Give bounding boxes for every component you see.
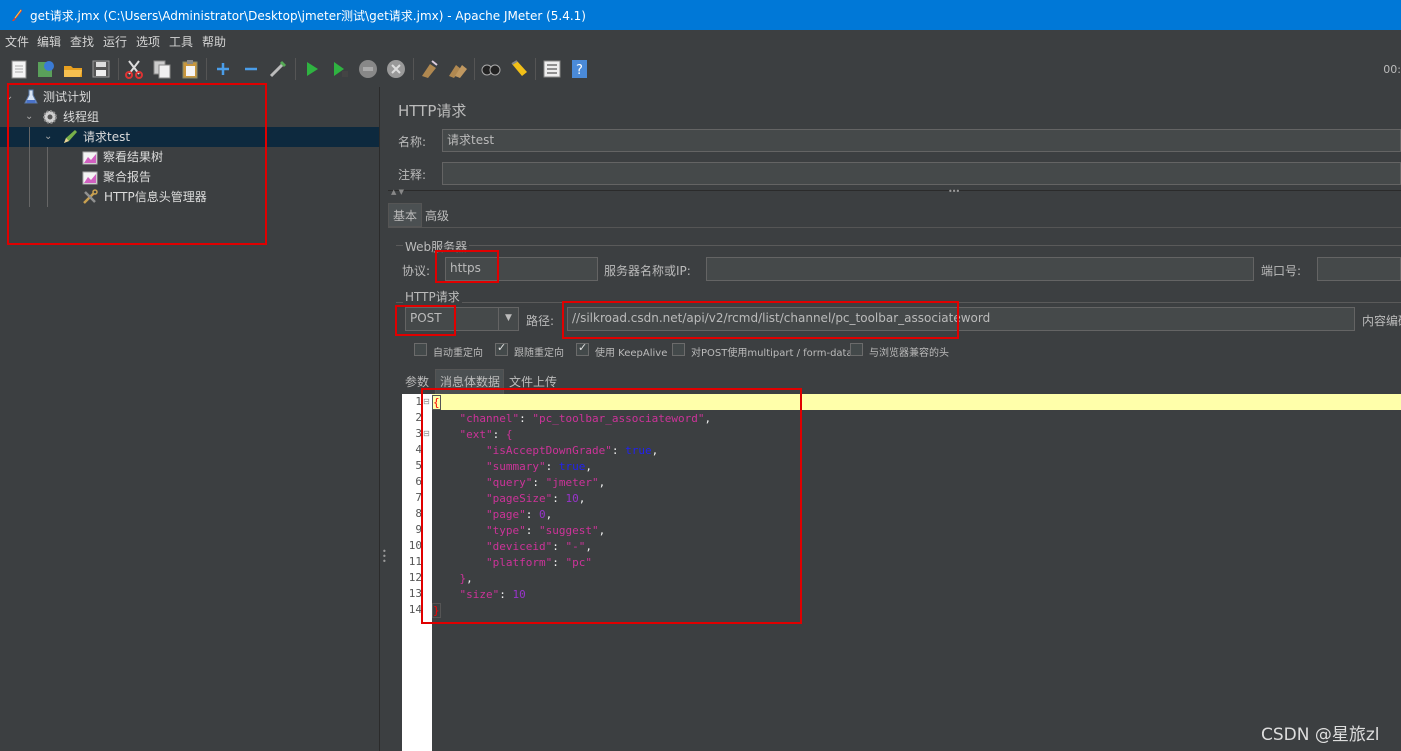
port-input[interactable] <box>1317 257 1401 281</box>
toolbar-separator <box>535 58 536 80</box>
highlight-box-path <box>562 301 959 339</box>
toolbar-separator <box>474 58 475 80</box>
browser-headers-checkbox[interactable] <box>850 343 863 356</box>
keepalive-checkbox[interactable] <box>576 341 589 356</box>
toolbar-separator <box>118 58 119 80</box>
panel-splitter[interactable]: • • • <box>379 87 388 751</box>
open-icon[interactable] <box>62 58 84 80</box>
server-input[interactable] <box>706 257 1254 281</box>
copy-icon[interactable] <box>151 58 173 80</box>
multipart-label: 对POST使用multipart / form-data <box>691 348 853 359</box>
line-number: 12 <box>408 571 422 584</box>
tab-advanced[interactable]: 高级 <box>422 203 456 227</box>
stop-icon[interactable] <box>357 58 379 80</box>
auto-redirect-label: 自动重定向 <box>433 348 483 359</box>
line-number: 11 <box>408 555 422 568</box>
toolbar: ? 00: <box>0 51 1401 87</box>
browser-headers-label: 与浏览器兼容的头 <box>869 348 949 359</box>
new-icon[interactable] <box>8 58 30 80</box>
multipart-checkbox[interactable] <box>672 343 685 356</box>
comment-label: 注释: <box>398 168 427 182</box>
name-label: 名称: <box>398 135 427 149</box>
menu-search[interactable]: 查找 <box>70 33 94 50</box>
highlight-box-tree <box>7 83 267 245</box>
expand-icon[interactable] <box>212 58 234 80</box>
menu-run[interactable]: 运行 <box>103 33 127 50</box>
highlight-box-protocol <box>435 250 499 283</box>
path-label: 路径: <box>526 314 555 328</box>
start-icon[interactable] <box>301 58 323 80</box>
fold-toggle-icon[interactable]: ⊟ <box>423 397 430 406</box>
menu-file[interactable]: 文件 <box>5 33 29 50</box>
menu-bar: 文件 编辑 查找 运行 选项 工具 帮助 <box>0 30 1401 51</box>
keepalive-label: 使用 KeepAlive <box>595 348 668 359</box>
comment-input[interactable] <box>442 162 1401 185</box>
toolbar-separator <box>206 58 207 80</box>
splitter-grip-icon[interactable]: • • • <box>382 548 387 566</box>
search-icon[interactable] <box>480 58 502 80</box>
follow-redirect-label: 跟随重定向 <box>514 348 564 359</box>
save-icon[interactable] <box>90 58 112 80</box>
menu-tools[interactable]: 工具 <box>169 33 193 50</box>
help-icon[interactable]: ? <box>569 58 591 80</box>
svg-text:?: ? <box>576 63 583 78</box>
line-number: 10 <box>408 539 422 552</box>
title-bar: get请求.jmx (C:\Users\Administrator\Deskto… <box>0 0 1401 30</box>
content-encoding-label: 内容编码 <box>1362 314 1401 328</box>
cut-icon[interactable] <box>123 58 145 80</box>
menu-help[interactable]: 帮助 <box>202 33 226 50</box>
function-helper-icon[interactable] <box>541 58 563 80</box>
tab-divider <box>388 227 1401 228</box>
collapse-icon[interactable] <box>240 58 262 80</box>
http-request-legend: HTTP请求 <box>403 288 462 305</box>
toggle-icon[interactable] <box>267 58 289 80</box>
panel-heading: HTTP请求 <box>398 102 467 120</box>
protocol-label: 协议: <box>402 264 431 278</box>
line-number: 13 <box>408 587 422 600</box>
toolbar-separator <box>295 58 296 80</box>
start-no-pause-icon[interactable] <box>329 58 351 80</box>
toolbar-separator <box>413 58 414 80</box>
reset-search-icon[interactable] <box>508 58 530 80</box>
auto-redirect-checkbox[interactable] <box>414 343 427 356</box>
elapsed-timer: 00: <box>1383 63 1401 76</box>
group-border <box>396 245 1401 246</box>
fold-toggle-icon[interactable]: ⊟ <box>423 429 430 438</box>
clear-icon[interactable] <box>418 58 440 80</box>
clear-all-icon[interactable] <box>446 58 468 80</box>
follow-redirect-checkbox[interactable] <box>495 341 508 356</box>
section-divider[interactable]: ▲ ▼ ••• <box>388 187 1401 199</box>
chevron-down-icon[interactable]: ▼ <box>498 308 518 330</box>
tab-basic[interactable]: 基本 <box>388 203 422 227</box>
highlight-box-body <box>421 388 802 624</box>
templates-icon[interactable] <box>35 58 57 80</box>
port-label: 端口号: <box>1261 264 1302 278</box>
window-title: get请求.jmx (C:\Users\Administrator\Deskto… <box>30 9 586 23</box>
line-number: 14 <box>408 603 422 616</box>
name-input[interactable]: 请求test <box>442 129 1401 152</box>
menu-options[interactable]: 选项 <box>136 33 160 50</box>
server-label: 服务器名称或IP: <box>604 264 691 278</box>
shutdown-icon[interactable] <box>385 58 407 80</box>
paste-icon[interactable] <box>179 58 201 80</box>
csdn-watermark: CSDN @星旅zl <box>1261 725 1380 745</box>
menu-edit[interactable]: 编辑 <box>37 33 61 50</box>
jmeter-feather-icon <box>12 9 22 21</box>
highlight-box-method <box>395 305 456 336</box>
